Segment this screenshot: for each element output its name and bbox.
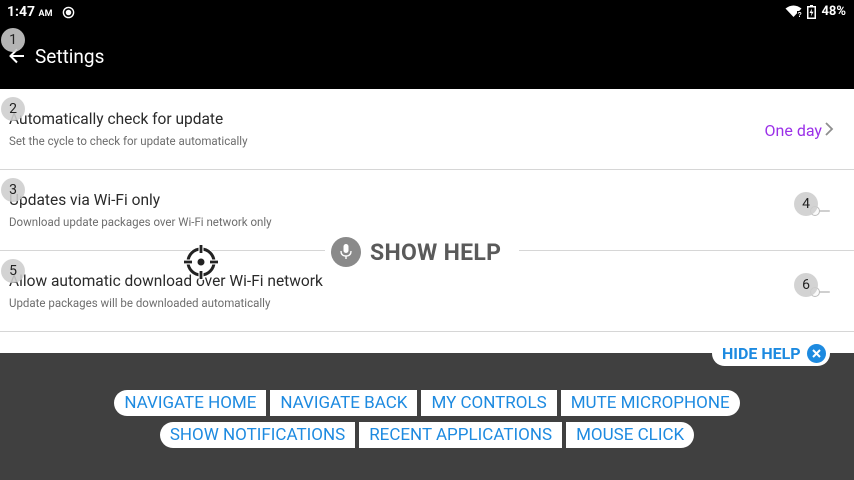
setting-subtitle: Set the cycle to check for update automa… — [9, 134, 248, 148]
setting-row-auto-check[interactable]: Automatically check for update Set the c… — [0, 89, 854, 170]
crosshair-cursor-icon — [183, 244, 219, 280]
number-badge-wifi-only: 3 — [1, 178, 25, 202]
setting-title: Updates via Wi-Fi only — [9, 191, 161, 209]
show-help-button[interactable]: SHOW HELP — [325, 234, 520, 270]
show-help-label: SHOW HELP — [370, 238, 502, 266]
chevron-right-icon — [825, 122, 834, 136]
close-icon — [806, 344, 826, 363]
command-row-2: SHOW NOTIFICATIONS RECENT APPLICATIONS M… — [0, 422, 854, 448]
number-badge-auto-check: 2 — [1, 97, 25, 121]
app-bar: Settings — [0, 24, 854, 89]
voice-command-panel — [0, 353, 854, 480]
status-bar: 1:47 AM ? 48% — [0, 0, 854, 24]
navigate-home-button[interactable]: NAVIGATE HOME — [114, 390, 267, 416]
update-cycle-value[interactable]: One day — [765, 121, 822, 140]
hide-help-button[interactable]: HIDE HELP — [712, 341, 830, 366]
recent-applications-button[interactable]: RECENT APPLICATIONS — [359, 422, 563, 448]
number-badge-auto-download: 5 — [1, 259, 25, 283]
setting-title: Automatically check for update — [9, 110, 224, 128]
number-badge-wifi-toggle: 4 — [794, 192, 818, 216]
svg-text:?: ? — [798, 12, 802, 18]
notification-icon — [62, 6, 75, 19]
battery-charging-icon — [807, 4, 817, 19]
page-title: Settings — [35, 45, 105, 68]
wifi-icon: ? — [785, 5, 802, 18]
my-controls-button[interactable]: MY CONTROLS — [421, 390, 557, 416]
setting-title: Allow automatic download over Wi-Fi netw… — [9, 272, 323, 290]
microphone-icon — [331, 237, 361, 267]
status-time-value: 1:47 — [7, 4, 36, 20]
number-badge-download-toggle: 6 — [794, 273, 818, 297]
settings-screen: 1:47 AM ? 48% Settings 1 Automatically c… — [0, 0, 854, 480]
mute-microphone-button[interactable]: MUTE MICROPHONE — [560, 390, 740, 416]
battery-level: 48% — [821, 4, 846, 19]
navigate-back-button[interactable]: NAVIGATE BACK — [270, 390, 418, 416]
status-time: 1:47 AM — [7, 4, 52, 20]
show-notifications-button[interactable]: SHOW NOTIFICATIONS — [159, 422, 356, 448]
mouse-click-button[interactable]: MOUSE CLICK — [566, 422, 695, 448]
status-time-ampm: AM — [38, 9, 53, 19]
number-badge-back: 1 — [1, 28, 25, 52]
status-right: ? 48% — [785, 4, 846, 19]
setting-subtitle: Update packages will be downloaded autom… — [9, 296, 271, 310]
command-row-1: NAVIGATE HOME NAVIGATE BACK MY CONTROLS … — [0, 390, 854, 416]
hide-help-label: HIDE HELP — [722, 344, 801, 363]
settings-list: Automatically check for update Set the c… — [0, 89, 854, 332]
setting-subtitle: Download update packages over Wi-Fi netw… — [9, 215, 272, 229]
